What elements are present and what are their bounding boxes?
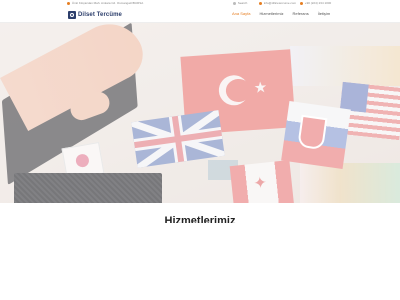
nav-item-contact[interactable]: İletişim bbox=[318, 11, 330, 16]
topbar-search[interactable]: Search bbox=[233, 1, 247, 5]
phone-link[interactable]: +90 (224) 234 1000 bbox=[300, 1, 331, 5]
location-icon bbox=[67, 1, 70, 5]
site-logo[interactable]: Dilset Tercüme bbox=[68, 10, 122, 19]
star-icon: ★ bbox=[253, 78, 268, 97]
main-nav: Ana Sayfa Hizmetlerimiz Referans İletişi… bbox=[232, 11, 330, 16]
top-info-bar: Ümit Kılıçarslan Mah. Ankara Cd. Osmanga… bbox=[0, 0, 400, 7]
slovakia-flag bbox=[281, 100, 351, 170]
phone-text: +90 (224) 234 1000 bbox=[304, 1, 332, 5]
flag-decoration bbox=[290, 46, 400, 86]
email-text: info@diltcetercume.com bbox=[263, 1, 297, 5]
nav-item-references[interactable]: Referans bbox=[292, 11, 308, 16]
canada-flag bbox=[229, 159, 295, 203]
wicker-box bbox=[14, 173, 162, 203]
flag-decoration bbox=[300, 163, 400, 203]
logo-icon bbox=[68, 10, 76, 19]
nav-item-services[interactable]: Hizmetlerimiz bbox=[259, 11, 283, 16]
section-title: Hizmetlerimiz bbox=[164, 215, 236, 223]
crescent-icon bbox=[217, 74, 250, 107]
logo-text: Dilset Tercüme bbox=[78, 11, 122, 18]
search-label: Search bbox=[237, 1, 248, 5]
phone-icon bbox=[300, 1, 303, 5]
mail-icon bbox=[259, 1, 262, 5]
address-info: Ümit Kılıçarslan Mah. Ankara Cd. Osmanga… bbox=[67, 1, 143, 5]
address-text: Ümit Kılıçarslan Mah. Ankara Cd. Osmanga… bbox=[71, 1, 144, 5]
search-icon bbox=[233, 1, 236, 5]
hero-banner-image: ★ bbox=[0, 23, 400, 203]
nav-item-home[interactable]: Ana Sayfa bbox=[232, 11, 250, 16]
email-link[interactable]: info@diltcetercume.com bbox=[259, 1, 296, 5]
site-header: Dilset Tercüme Ana Sayfa Hizmetlerimiz R… bbox=[0, 7, 400, 23]
